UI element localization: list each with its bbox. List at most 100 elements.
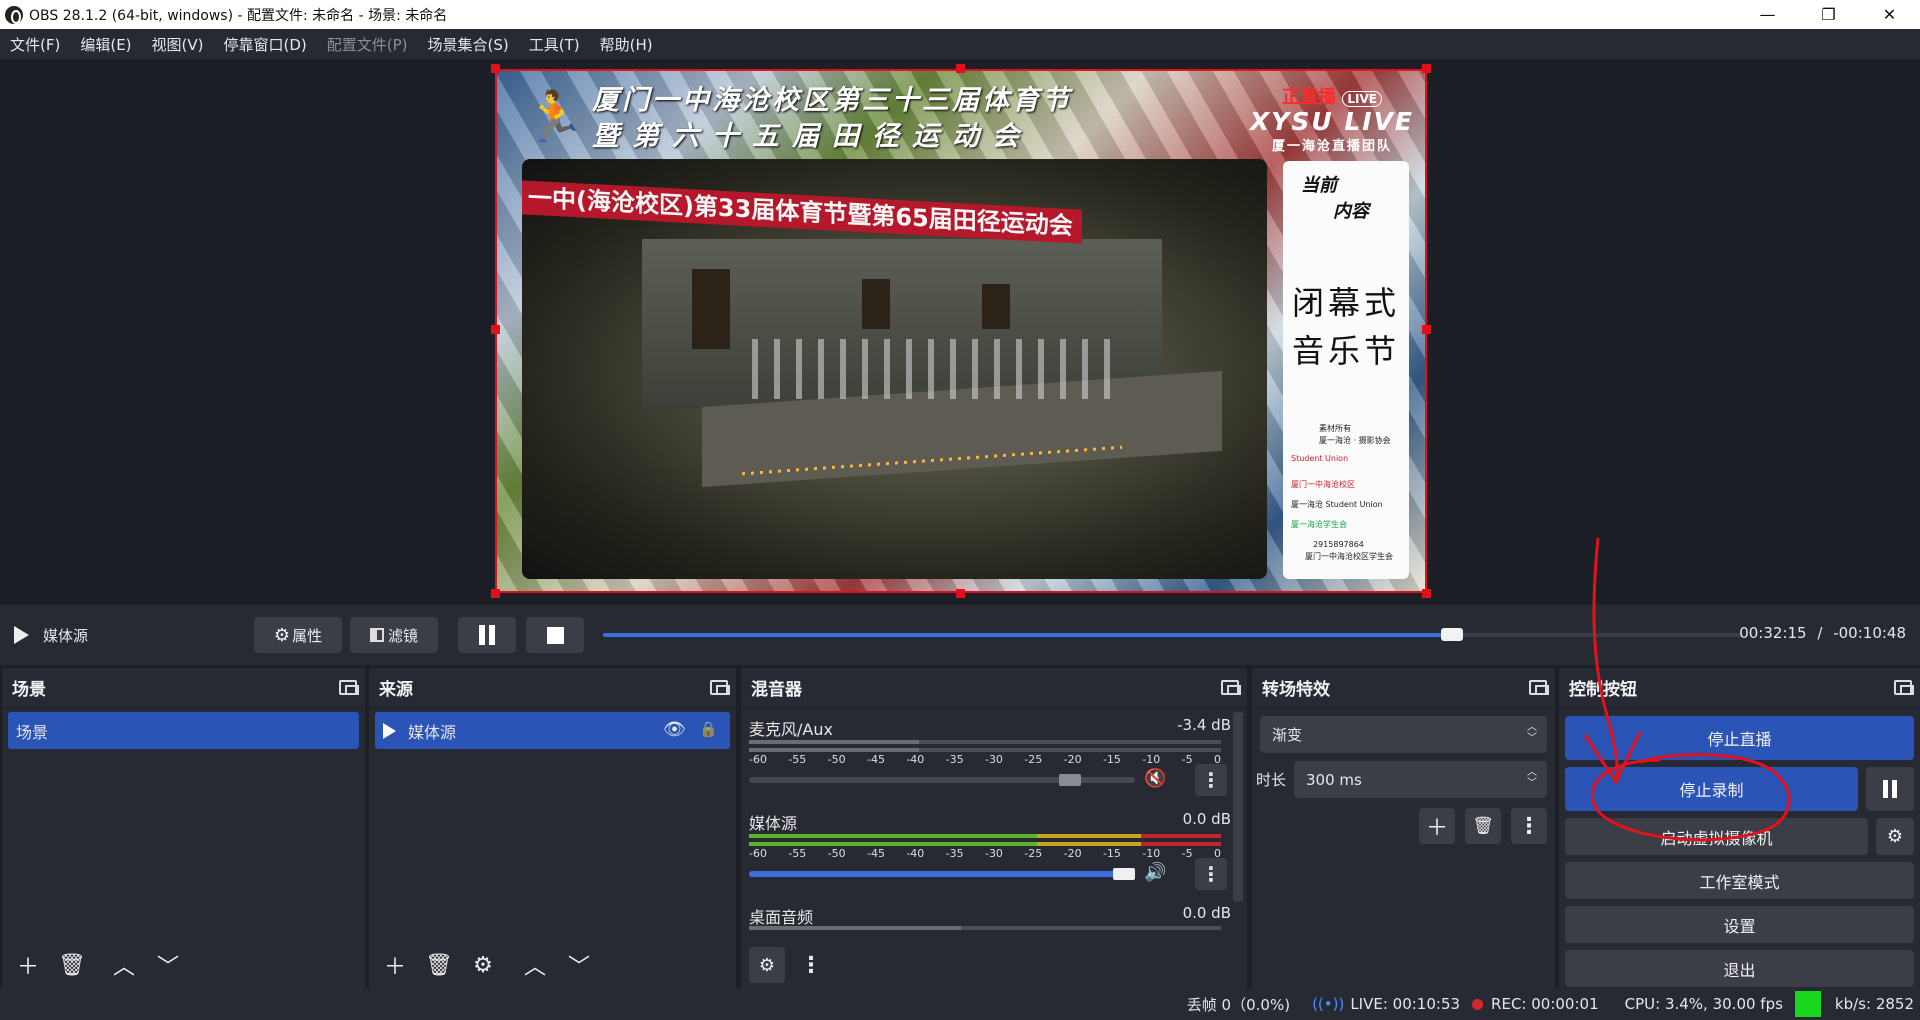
plus-icon: ＋ (1425, 816, 1448, 841)
event-title-line2: 暨第六十五届田径运动会 (592, 121, 1032, 152)
channel-db: -3.4 dB (1177, 716, 1231, 734)
menu-help[interactable]: 帮助(H) (590, 34, 663, 55)
resize-handle[interactable] (1422, 325, 1431, 334)
virtual-camera-settings-button[interactable]: ⚙ (1876, 818, 1914, 855)
resize-handle[interactable] (491, 589, 500, 598)
menu-file[interactable]: 文件(F) (0, 34, 70, 55)
duration-spinbox[interactable]: 300 ms ︿ ﹀ (1294, 761, 1547, 798)
add-transition-button[interactable]: ＋ (1419, 808, 1455, 844)
close-button[interactable]: ✕ (1859, 0, 1920, 29)
mute-icon[interactable]: 🔇 (1144, 768, 1166, 789)
source-item-label: 媒体源 (408, 722, 457, 742)
menu-view[interactable]: 视图(V) (142, 34, 214, 55)
undock-icon[interactable] (1894, 680, 1914, 695)
live-team: 厦一海沧直播团队 (1271, 139, 1392, 154)
undock-icon[interactable] (710, 680, 730, 695)
undock-icon[interactable] (339, 680, 359, 695)
resize-handle[interactable] (491, 325, 500, 334)
preview-area[interactable]: 🏃 厦门一中海沧校区第三十三届体育节 暨第六十五届田径运动会 正直播 LIVE … (0, 59, 1920, 605)
stop-button[interactable] (526, 617, 584, 653)
transitions-dock: 转场特效 渐变 ︿ ﹀ 时长 300 ms ︿ ﹀ ＋ 🗑 ⋮ (1252, 668, 1555, 988)
resize-handle[interactable] (1422, 64, 1431, 73)
restore-button[interactable]: ❐ (1798, 0, 1859, 29)
filter-icon (369, 628, 384, 642)
channel-name: 麦克风/Aux (749, 720, 833, 739)
volume-handle[interactable] (1059, 774, 1081, 786)
source-properties-button[interactable]: ⚙ (465, 947, 501, 983)
scene-up-button[interactable]: ︿ (106, 947, 142, 983)
window-title: OBS 28.1.2 (64-bit, windows) - 配置文件: 未命名… (29, 7, 448, 24)
resize-handle[interactable] (956, 589, 965, 598)
more-icon: ⋮ (1518, 813, 1540, 839)
transition-more-button[interactable]: ⋮ (1511, 808, 1547, 844)
channel-db: 0.0 dB (1182, 904, 1231, 922)
transitions-title: 转场特效 (1262, 680, 1330, 700)
channel-name: 媒体源 (749, 814, 798, 833)
speaker-icon[interactable]: 🔊 (1144, 862, 1166, 883)
studio-mode-button[interactable]: 工作室模式 (1565, 862, 1914, 899)
runner-logo-icon: 🏃 (523, 88, 586, 146)
mixer-title: 混音器 (751, 680, 802, 700)
properties-label: 属性 (292, 626, 323, 645)
mixer-channel: 桌面音频 0.0 dB (749, 896, 1239, 934)
media-source-name: 媒体源 (43, 626, 89, 645)
more-icon[interactable]: ⋮ (1195, 858, 1227, 890)
resize-handle[interactable] (956, 64, 965, 73)
volume-slider[interactable] (749, 868, 1135, 880)
source-up-button[interactable]: ︿ (517, 947, 553, 983)
media-play-icon (383, 722, 396, 739)
scene-item[interactable]: 场景 (8, 712, 359, 749)
source-item[interactable]: 媒体源 👁 🔒 (375, 712, 730, 749)
properties-button[interactable]: ⚙ 属性 (254, 617, 342, 653)
controls-title: 控制按钮 (1569, 680, 1637, 700)
menu-profile[interactable]: 配置文件(P) (317, 34, 418, 55)
resize-handle[interactable] (491, 64, 500, 73)
rec-time: REC: 00:00:01 (1491, 995, 1599, 1013)
menu-docks[interactable]: 停靠窗口(D) (214, 34, 317, 55)
settings-button[interactable]: 设置 (1565, 906, 1914, 943)
seek-handle[interactable] (1441, 628, 1464, 641)
menu-bar: 文件(F) 编辑(E) 视图(V) 停靠窗口(D) 配置文件(P) 场景集合(S… (0, 29, 1920, 59)
exit-button[interactable]: 退出 (1565, 950, 1914, 987)
more-icon: ⋮ (800, 952, 822, 978)
status-bar: 丢帧 0（0.0%) ((•)) LIVE: 00:10:53 REC: 00:… (0, 988, 1920, 1020)
add-scene-button[interactable]: ＋ (10, 947, 46, 983)
eye-icon[interactable]: 👁 (663, 719, 686, 740)
lock-icon[interactable]: 🔒 (699, 720, 718, 738)
media-controls: 媒体源 ⚙ 属性 滤镜 00:32:15 / -00:10:48 (0, 605, 1920, 665)
spin-icon[interactable]: ︿ ﹀ (1527, 767, 1537, 789)
program-line2: 音乐节 (1291, 332, 1400, 370)
play-icon[interactable] (14, 626, 29, 644)
resize-handle[interactable] (1422, 589, 1431, 598)
up-icon: ︿ (112, 955, 135, 980)
menu-tools[interactable]: 工具(T) (519, 34, 590, 55)
trash-icon: 🗑 (1472, 816, 1494, 836)
remove-source-button[interactable]: 🗑 (421, 947, 457, 983)
volume-handle[interactable] (1113, 868, 1135, 880)
remove-transition-button[interactable]: 🗑 (1465, 808, 1501, 844)
seek-slider[interactable] (603, 628, 1743, 641)
menu-edit[interactable]: 编辑(E) (70, 34, 141, 55)
gear-icon: ⚙ (758, 954, 776, 976)
stop-streaming-button[interactable]: 停止直播 (1565, 716, 1914, 760)
more-icon[interactable]: ⋮ (1195, 764, 1227, 796)
menu-scene-collection[interactable]: 场景集合(S) (418, 34, 519, 55)
pause-icon (479, 625, 495, 645)
filters-button[interactable]: 滤镜 (350, 617, 438, 653)
undock-icon[interactable] (1221, 680, 1241, 695)
mixer-settings-button[interactable]: ⚙ (749, 947, 785, 983)
undock-icon[interactable] (1529, 680, 1549, 695)
preview-canvas[interactable]: 🏃 厦门一中海沧校区第三十三届体育节 暨第六十五届田径运动会 正直播 LIVE … (495, 69, 1427, 593)
minimize-button[interactable]: — (1737, 0, 1798, 29)
mixer-more-button[interactable]: ⋮ (793, 947, 829, 983)
transition-select[interactable]: 渐变 ︿ ﹀ (1260, 716, 1547, 753)
scene-down-button[interactable]: ﹀ (150, 947, 186, 983)
pause-button[interactable] (458, 617, 516, 653)
source-down-button[interactable]: ﹀ (561, 947, 597, 983)
start-virtual-camera-button[interactable]: 启动虚拟摄像机 (1565, 818, 1868, 855)
add-source-button[interactable]: ＋ (377, 947, 413, 983)
volume-slider[interactable] (749, 774, 1135, 786)
stop-recording-button[interactable]: 停止录制 (1565, 767, 1858, 811)
pause-recording-button[interactable] (1866, 767, 1914, 811)
remove-scene-button[interactable]: 🗑 (54, 947, 90, 983)
